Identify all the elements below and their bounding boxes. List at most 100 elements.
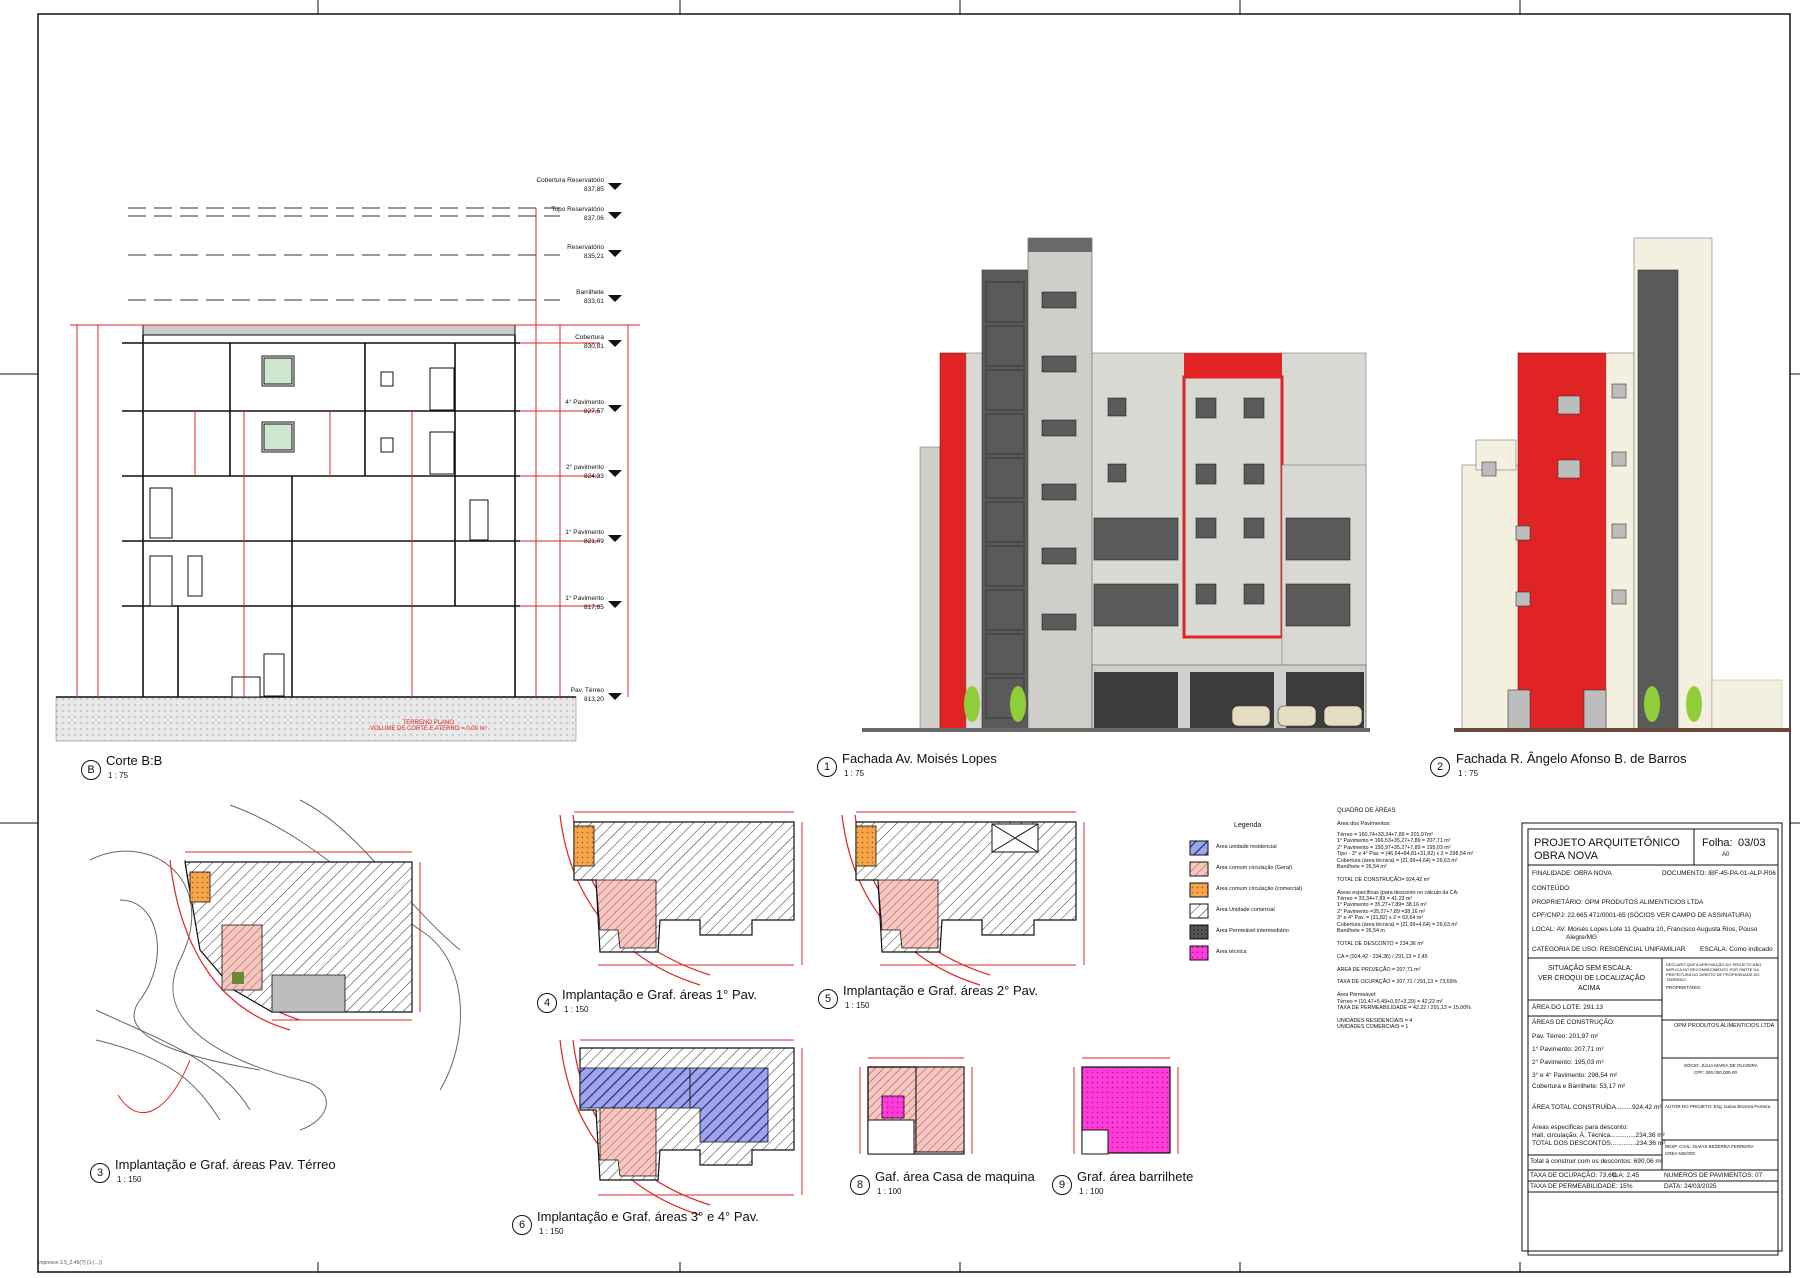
roof-slab: [142, 324, 516, 336]
tb-data: DATA: 24/03/2025: [1664, 1183, 1717, 1190]
front-window: [1195, 397, 1217, 419]
view-marker-third: 6: [512, 1215, 532, 1235]
view-scale-barrilhete: 1 : 100: [1079, 1187, 1104, 1196]
legend-item-4: Área Unidade comercial: [1216, 907, 1275, 913]
quadro-subtitle: Área dos Pavimentos:: [1337, 821, 1391, 827]
level-elevation: 821,09: [584, 538, 604, 545]
front-window: [1243, 583, 1265, 605]
stair-window: [1041, 613, 1077, 631]
tower-glazing: [985, 457, 1025, 499]
legend-item-5: Área Permeável intermediário: [1216, 928, 1289, 934]
view-title-front: Fachada Av. Moisés Lopes: [842, 751, 997, 766]
plan-second: [841, 811, 1085, 986]
view-scale-second: 1 : 150: [845, 1001, 870, 1010]
front-window: [1285, 583, 1351, 627]
side-glazed-tower: [1637, 269, 1679, 731]
section-ground: [55, 696, 577, 742]
plan-machine: [859, 1057, 973, 1155]
front-window: [1107, 397, 1127, 417]
section-slabs: [56, 335, 576, 698]
level-name: Topo Reservatório: [551, 206, 604, 213]
view-scale-front: 1 : 75: [844, 769, 865, 778]
tb-desconto-1: Hall, circulação, Á. Técnica............…: [1532, 1132, 1665, 1139]
stair-window: [1041, 291, 1077, 309]
front-window: [1285, 517, 1351, 561]
section-openings: [149, 355, 489, 698]
level-name: 2° pavimento: [565, 464, 604, 471]
section-windows: [263, 357, 293, 451]
side-facade: [1454, 237, 1790, 732]
level-name: 1° Pavimento: [565, 595, 604, 602]
front-window: [1107, 463, 1127, 483]
tb-situacao-3: ACIMA: [1578, 985, 1601, 992]
tb-categoria: CATEGORIA DE USO: RESIDENCIAL UNIFAMILIA…: [1532, 946, 1686, 953]
view-marker-second: 5: [818, 989, 838, 1009]
level-elevation: 833,01: [584, 298, 604, 305]
tb-declaro: DECLARO QUE A APROVAÇÃO DO PROJETO NÃO I…: [1666, 962, 1762, 982]
tb-area-total: ÁREA TOTAL CONSTRUÍDA.........924,42 m²: [1532, 1104, 1662, 1111]
view-marker-first: 4: [537, 993, 557, 1013]
level-elevation: 813,20: [584, 696, 604, 703]
tb-sheet: 03/03: [1738, 837, 1766, 849]
stair-window: [1041, 419, 1077, 437]
tb-situacao-1: SITUAÇÃO SEM ESCALA:: [1548, 965, 1633, 972]
legend-title: Legenda: [1234, 822, 1262, 829]
tb-proprietario-sig: PROPRIETÁRIO:: [1666, 985, 1702, 990]
level-elevation: 837,85: [584, 186, 604, 193]
level-marker-icon: [608, 470, 622, 477]
tb-crea: CREA-MG/000: [1665, 1151, 1696, 1156]
plan-barrilhete: [1073, 1057, 1179, 1155]
front-window: [1093, 517, 1179, 561]
level-marker-icon: [608, 183, 622, 190]
level-name: Reservatório: [567, 244, 604, 251]
quadro-line: Tipo - 3° e 4° Pav. = (46,64+84,81+31,82…: [1337, 851, 1474, 858]
tb-local-2: Alegre/MG: [1566, 934, 1598, 941]
quadro-line: UNIDADES COMERCIAIS = 1: [1337, 1024, 1409, 1031]
tb-desconto-title: Áreas específicas para desconto:: [1532, 1124, 1629, 1131]
tb-ca: C.A: 2,45: [1612, 1172, 1640, 1179]
tower-glazing: [985, 281, 1025, 323]
view-marker-barrilhete: 9: [1052, 1175, 1072, 1195]
view-title-barrilhete: Graf. área barrilhete: [1077, 1169, 1194, 1184]
level-marker-icon: [608, 212, 622, 219]
level-elevation: 830,81: [584, 343, 604, 350]
tb-escala: ESCALA: Como indicado: [1700, 946, 1773, 953]
front-window: [1243, 397, 1265, 419]
legend-item-6: Área técnica: [1216, 949, 1247, 955]
tower-glazing: [985, 369, 1025, 411]
level-marker-icon: [608, 535, 622, 542]
view-title-section: Corte B:B: [106, 753, 163, 768]
view-scale-machine: 1 : 100: [877, 1187, 902, 1196]
section-note: TERRENO PLANO VOLUME DE CORTE E ATERRO =…: [370, 720, 487, 732]
tower-glazing: [985, 633, 1025, 675]
view-marker-machine: 8: [850, 1175, 870, 1195]
tb-local: LOCAL: AV. Moisés Lopes Lote 11 Quadra 1…: [1532, 926, 1758, 933]
level-marker-icon: [608, 295, 622, 302]
view-marker-side: 2: [1430, 757, 1450, 777]
level-name: Cobertura: [575, 334, 604, 341]
view-title-ground: Implantação e Graf. áreas Pav. Térreo: [115, 1157, 336, 1172]
tb-cpf: CPF/CNPJ: 22.665.471/0001-65 (SÓCIOS VER…: [1532, 912, 1752, 919]
front-storefront: [1094, 672, 1364, 730]
tower-glazing: [985, 413, 1025, 455]
quadro-line: TAXA DE OCUPAÇÃO = 207,71 / 291,13 = 73,…: [1337, 979, 1458, 986]
quadro-line: TAXA DE PERMEABILIDADE = 42,22 / 291,13 …: [1337, 1004, 1471, 1011]
view-title-second: Implantação e Graf. áreas 2° Pav.: [843, 983, 1038, 998]
section-note-line-2: VOLUME DE CORTE E ATERRO = 0,00 m³: [370, 726, 487, 732]
view-marker-ground: 3: [90, 1163, 110, 1183]
level-name: Pav. Térreo: [570, 687, 604, 694]
view-marker-front: 1: [817, 757, 837, 777]
level-marker-icon: [608, 693, 622, 700]
tb-sheet-label: Folha:: [1702, 837, 1733, 849]
section-datum-lines: [128, 207, 560, 301]
front-window: [1195, 463, 1217, 485]
tb-total-construir: Total à construir com os descontos: 690,…: [1530, 1158, 1663, 1165]
legend-swatches: [1189, 840, 1209, 961]
plan-ground: [89, 799, 461, 1131]
front-window: [1093, 583, 1179, 627]
level-marker-icon: [608, 405, 622, 412]
level-elevation: 835,21: [584, 253, 604, 260]
front-window: [1195, 517, 1217, 539]
level-name: Barrilhete: [576, 289, 604, 296]
tb-desconto-2: TOTAL DOS DESCONTOS..............234,36 …: [1532, 1140, 1666, 1147]
